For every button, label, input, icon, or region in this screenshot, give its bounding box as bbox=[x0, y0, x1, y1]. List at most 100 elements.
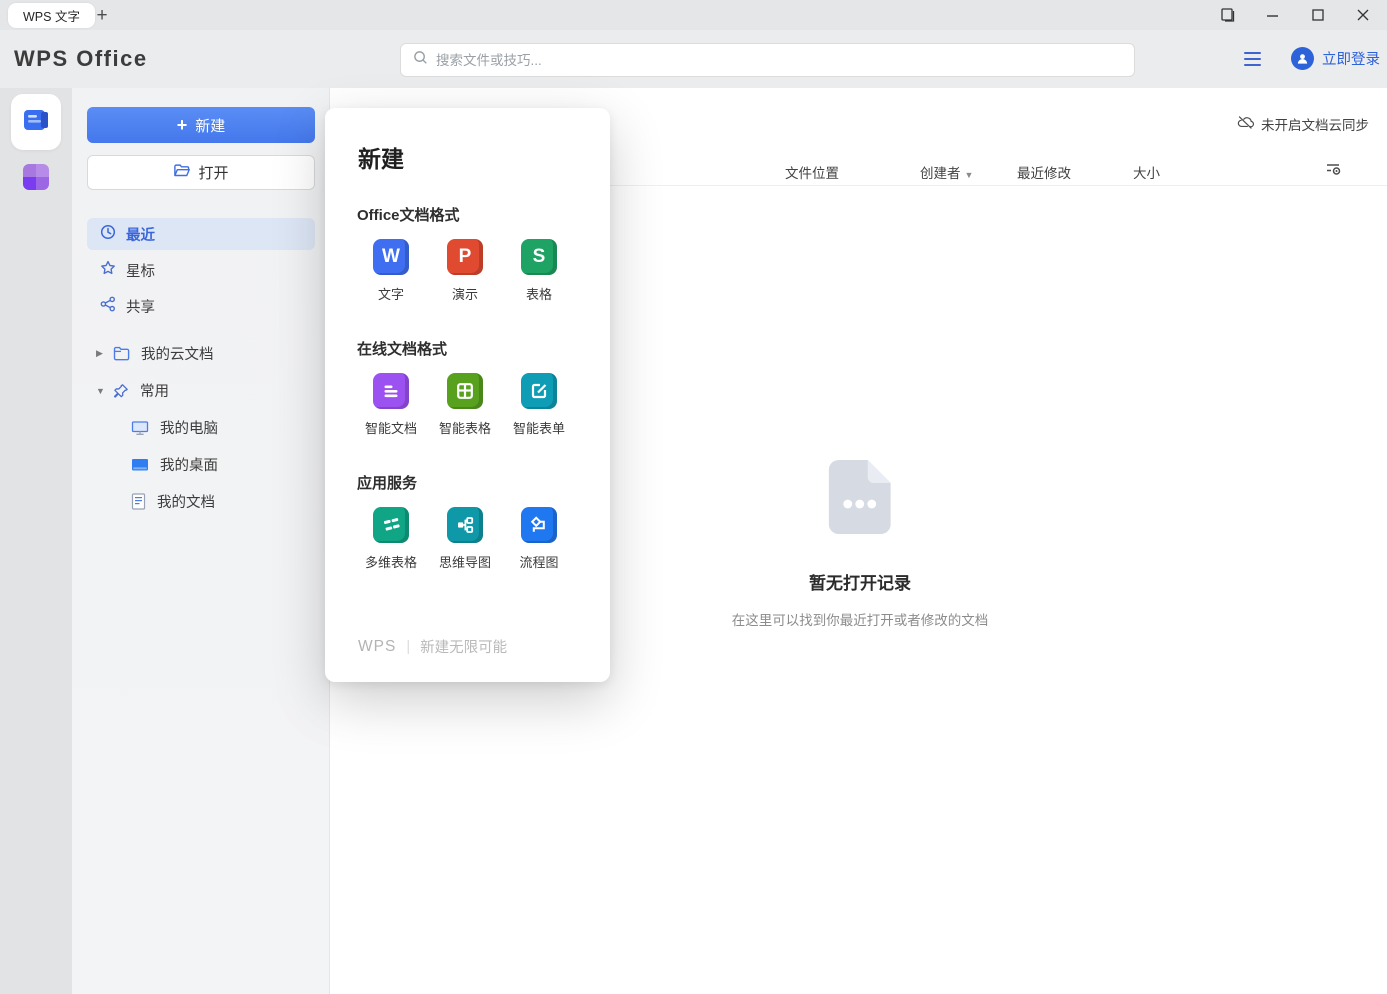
new-mind-map[interactable]: 思维导图 bbox=[429, 507, 501, 571]
close-icon bbox=[1357, 9, 1369, 21]
column-last-modified[interactable]: 最近修改 bbox=[1017, 162, 1071, 182]
tree-item-label: 我的云文档 bbox=[141, 343, 214, 364]
tree-item-label: 常用 bbox=[140, 380, 169, 401]
stacked-windows-icon bbox=[1221, 8, 1235, 22]
smart-form-icon bbox=[521, 373, 557, 409]
sidebar-item-shared[interactable]: 共享 bbox=[87, 290, 315, 322]
mind-map-icon bbox=[447, 507, 483, 543]
document-icon bbox=[131, 493, 146, 510]
list-settings-button[interactable] bbox=[1325, 161, 1343, 180]
empty-state-subtitle: 在这里可以找到你最近打开或者修改的文档 bbox=[732, 609, 989, 629]
computer-icon bbox=[131, 420, 149, 436]
open-document-button[interactable]: 打开 bbox=[87, 155, 315, 190]
new-presentation-doc[interactable]: P 演示 bbox=[429, 239, 501, 303]
footer-divider: | bbox=[406, 639, 410, 655]
app-rail bbox=[0, 88, 72, 994]
caret-right-icon: ▶ bbox=[96, 348, 106, 359]
smart-doc-icon bbox=[373, 373, 409, 409]
desktop-icon bbox=[131, 458, 149, 472]
writer-icon: W bbox=[373, 239, 409, 275]
presentation-icon: P bbox=[447, 239, 483, 275]
new-smart-form[interactable]: 智能表单 bbox=[503, 373, 575, 437]
section-app-services: 应用服务 多维表格 思维导图 bbox=[357, 472, 594, 571]
empty-state-title: 暂无打开记录 bbox=[809, 569, 911, 594]
star-icon bbox=[100, 260, 116, 280]
window-controls bbox=[1205, 0, 1385, 30]
sidebar-item-my-computer[interactable]: 我的电脑 bbox=[72, 412, 330, 443]
search-input[interactable] bbox=[436, 53, 1122, 68]
sidebar-item-my-desktop[interactable]: 我的桌面 bbox=[72, 449, 330, 480]
clock-icon bbox=[100, 224, 116, 244]
section-office-formats: Office文档格式 W 文字 P 演示 S 表格 bbox=[357, 204, 594, 303]
sidebar-item-label: 共享 bbox=[126, 296, 155, 317]
tile-label: 演示 bbox=[452, 284, 478, 303]
sidebar-item-label: 星标 bbox=[126, 260, 155, 281]
open-button-label: 打开 bbox=[198, 162, 228, 183]
spreadsheet-icon: S bbox=[521, 239, 557, 275]
tile-label: 表格 bbox=[526, 284, 552, 303]
sidebar-item-cloud-docs[interactable]: ▶ 我的云文档 bbox=[72, 338, 330, 369]
sidebar: + 新建 打开 最近 星标 bbox=[72, 88, 330, 994]
login-label: 立即登录 bbox=[1322, 48, 1380, 69]
new-multi-table[interactable]: 多维表格 bbox=[355, 507, 427, 571]
sidebar-tree: ▶ 我的云文档 ▼ 常用 我的电脑 bbox=[72, 338, 330, 523]
tree-item-label: 我的电脑 bbox=[160, 417, 218, 438]
caret-down-icon: ▼ bbox=[96, 386, 106, 396]
plus-icon: + bbox=[177, 115, 188, 136]
new-flowchart[interactable]: 流程图 bbox=[503, 507, 575, 571]
login-button[interactable]: 立即登录 bbox=[1291, 47, 1380, 70]
tile-label: 智能表单 bbox=[513, 418, 565, 437]
column-file-location[interactable]: 文件位置 bbox=[785, 162, 839, 182]
minimize-icon bbox=[1266, 9, 1279, 22]
new-smart-sheet[interactable]: 智能表格 bbox=[429, 373, 501, 437]
sidebar-item-label: 最近 bbox=[126, 224, 155, 245]
footer-slogan: 新建无限可能 bbox=[420, 636, 507, 657]
rail-apps-button[interactable] bbox=[23, 164, 49, 190]
sidebar-item-starred[interactable]: 星标 bbox=[87, 254, 315, 286]
new-spreadsheet-doc[interactable]: S 表格 bbox=[503, 239, 575, 303]
tree-item-label: 我的文档 bbox=[157, 491, 215, 512]
new-tab-button[interactable]: + bbox=[90, 4, 114, 28]
column-creator[interactable]: 创建者▼ bbox=[920, 162, 973, 182]
new-button-label: 新建 bbox=[195, 115, 225, 136]
new-writer-doc[interactable]: W 文字 bbox=[355, 239, 427, 303]
tile-label: 智能表格 bbox=[439, 418, 491, 437]
tab-wps-writer[interactable]: WPS 文字 bbox=[8, 3, 95, 28]
new-smart-doc[interactable]: 智能文档 bbox=[355, 373, 427, 437]
search-icon bbox=[413, 50, 428, 70]
sidebar-nav: 最近 星标 共享 bbox=[87, 218, 315, 326]
column-size[interactable]: 大小 bbox=[1133, 162, 1160, 182]
global-menu-button[interactable] bbox=[1244, 52, 1261, 66]
wps-office-window: WPS 文字 + bbox=[0, 0, 1387, 994]
close-button[interactable] bbox=[1340, 0, 1385, 30]
flowchart-icon bbox=[521, 507, 557, 543]
empty-document-icon bbox=[829, 460, 891, 539]
section-label: Office文档格式 bbox=[357, 204, 594, 225]
tabs-overview-button[interactable] bbox=[1205, 0, 1250, 30]
sidebar-item-my-documents[interactable]: 我的文档 bbox=[72, 486, 330, 517]
cloud-sync-notice[interactable]: 未开启文档云同步 bbox=[1237, 114, 1369, 134]
maximize-button[interactable] bbox=[1295, 0, 1340, 30]
panel-footer: WPS | 新建无限可能 bbox=[358, 636, 507, 657]
sidebar-item-frequent[interactable]: ▼ 常用 bbox=[72, 375, 330, 406]
tile-label: 文字 bbox=[378, 284, 404, 303]
tab-bar: WPS 文字 + bbox=[0, 0, 1387, 30]
section-label: 应用服务 bbox=[357, 472, 594, 493]
document-app-icon bbox=[22, 107, 50, 138]
sidebar-item-recent[interactable]: 最近 bbox=[87, 218, 315, 250]
folder-icon bbox=[113, 346, 130, 361]
cloud-off-icon bbox=[1237, 115, 1254, 133]
maximize-icon bbox=[1312, 9, 1324, 21]
chevron-down-icon: ▼ bbox=[965, 170, 974, 180]
wps-office-logo: WPS Office bbox=[14, 46, 148, 72]
tree-item-label: 我的桌面 bbox=[160, 454, 218, 475]
new-document-button[interactable]: + 新建 bbox=[87, 107, 315, 143]
avatar-icon bbox=[1291, 47, 1314, 70]
rail-documents-button[interactable] bbox=[11, 94, 61, 150]
multi-table-icon bbox=[373, 507, 409, 543]
section-online-formats: 在线文档格式 智能文档 智能表格 bbox=[357, 338, 594, 437]
minimize-button[interactable] bbox=[1250, 0, 1295, 30]
tab-label: WPS 文字 bbox=[23, 6, 80, 25]
search-bar[interactable] bbox=[400, 43, 1135, 77]
app-header: WPS Office 立即登录 bbox=[0, 30, 1387, 88]
